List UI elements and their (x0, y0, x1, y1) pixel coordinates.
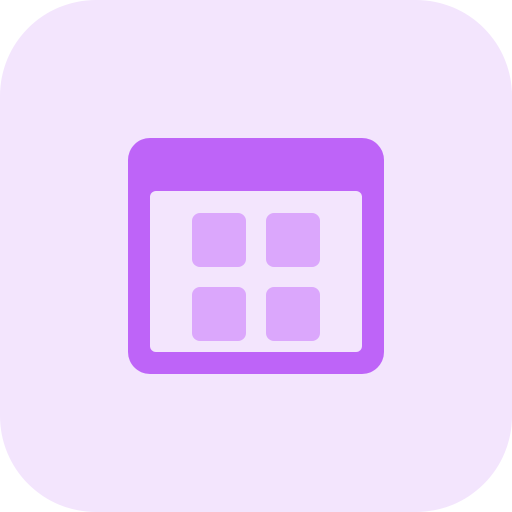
grid-cell-icon (266, 213, 320, 267)
grid-cell-icon (266, 287, 320, 341)
grid-cell-icon (192, 213, 246, 267)
grid-cell-icon (192, 287, 246, 341)
icon-canvas (0, 0, 512, 512)
app-window-icon-body (150, 191, 362, 352)
